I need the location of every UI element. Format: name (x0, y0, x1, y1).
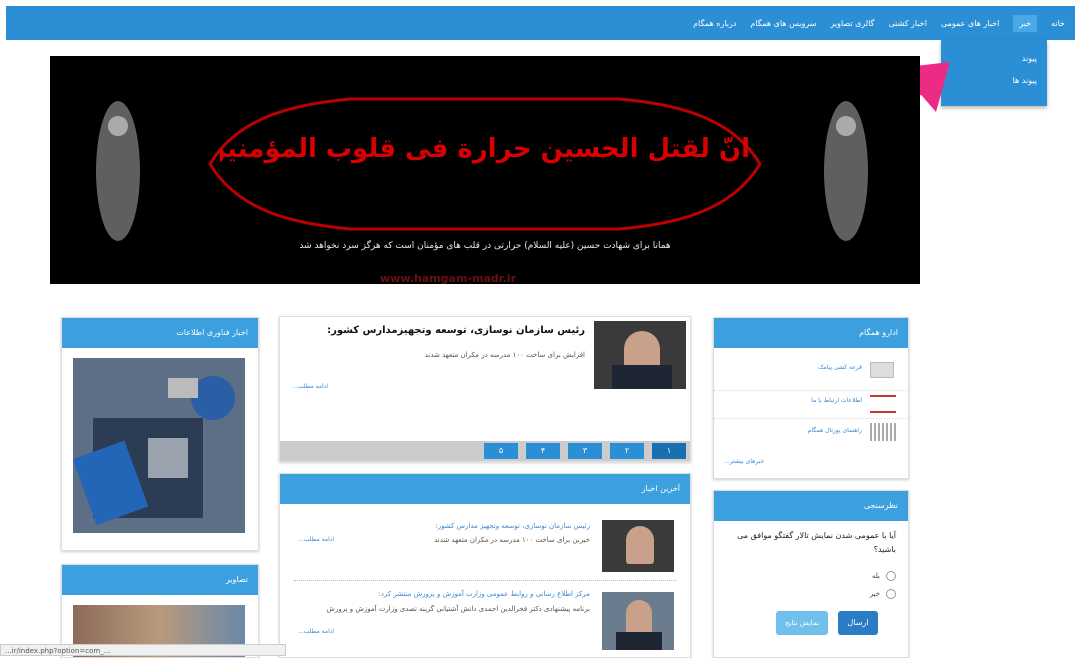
it-news-panel: اخبار فناوری اطلاعات (61, 317, 259, 551)
poll-submit-button[interactable]: ارسال (838, 611, 878, 635)
slider-thumbnail[interactable] (594, 321, 686, 389)
poll-results-button[interactable]: نمایش نتایج (776, 611, 828, 635)
slider-pager: ۵ ۴ ۳ ۲ ۱ (280, 441, 690, 461)
banner: انّ لقتل الحسین حرارة فی قلوب المؤمنین ل… (50, 56, 920, 285)
radio-yes[interactable] (886, 571, 896, 581)
slider-page-3[interactable]: ۳ (568, 443, 602, 459)
latest-item-1-more[interactable]: ادامه مطلب... (298, 536, 334, 543)
gallery-title: تصاویر (62, 565, 258, 595)
latest-item-2-text: برنامه پیشنهادی دکتر فخرالدین احمدی دانش… (326, 605, 590, 613)
banner-watermark: www.hamgam-madr.ir (380, 272, 516, 285)
hamgam-row-sms[interactable]: قرعه کشی پیامک (714, 360, 908, 382)
status-bar: ...ir/index.php?option=com_... (0, 644, 286, 656)
news-slider: رئیس سازمان نوسازی، توسعه وتجهیزمدارس کش… (279, 316, 691, 462)
latest-item-1-title[interactable]: رئیس سازمان نوسازی، توسعه وتجهیز مدارس ک… (435, 522, 590, 530)
hamgam-row-contact[interactable]: اطلاعات ارتباط با ما (714, 390, 908, 413)
hamgam-row-guide[interactable]: راهنمای پورتال همگام (714, 418, 908, 445)
main-nav: خانه خبر اخبار های عمومی اخبار کشتی گالر… (693, 6, 1065, 40)
ornament-right (824, 101, 868, 241)
latest-item-2[interactable]: مرکز اطلاع رسانی و روابط عمومی وزارت آمو… (280, 586, 690, 656)
latest-item-2-thumb[interactable] (602, 592, 674, 650)
poll-title: نظرسنجی (714, 491, 908, 521)
slider-read-more[interactable]: ادامه مطلب... (292, 383, 328, 390)
nav-gallery[interactable]: گالری تصاویر (830, 19, 874, 28)
latest-divider (294, 580, 676, 581)
slider-headline[interactable]: رئیس سازمان نوسازی، توسعه وتجهیزمدارس کش… (327, 325, 585, 336)
hamgam-sms-link[interactable]: قرعه کشی پیامک (818, 364, 862, 371)
latest-news-panel: آخرین اخبار رئیس سازمان نوسازی، توسعه وت… (279, 473, 691, 658)
it-news-title: اخبار فناوری اطلاعات (62, 318, 258, 348)
hamgam-guide-link[interactable]: راهنمای پورتال همگام (808, 427, 862, 434)
hamgam-archive-link[interactable]: خبرهای بیشتر... (724, 458, 764, 465)
hamgam-panel: ادارو همگام قرعه کشی پیامک اطلاعات ارتبا… (713, 317, 909, 479)
guide-icon (870, 423, 896, 441)
slider-page-2[interactable]: ۲ (610, 443, 644, 459)
latest-item-2-more[interactable]: ادامه مطلب... (298, 628, 334, 635)
sms-icon (870, 362, 894, 378)
latest-item-1-text: خیرین برای ساخت ۱۰۰ مدرسه در مکران متعهد… (434, 536, 590, 544)
hamgam-contact-link[interactable]: اطلاعات ارتباط با ما (811, 397, 862, 404)
latest-news-title: آخرین اخبار (280, 474, 690, 504)
poll-panel: نظرسنجی آیا با عمومی شدن نمایش تالار گفت… (713, 490, 909, 658)
slider-page-4[interactable]: ۴ (526, 443, 560, 459)
poll-option-yes[interactable]: بله (872, 571, 896, 581)
contact-icon (870, 395, 896, 413)
slider-page-1[interactable]: ۱ (652, 443, 686, 459)
hamgam-title: ادارو همگام (714, 318, 908, 348)
poll-question: آیا با عمومی شدن نمایش تالار گفتگو موافق… (737, 531, 896, 554)
ornament-left (96, 101, 140, 241)
latest-item-1-thumb[interactable] (602, 520, 674, 572)
poll-option-no-label: خیر (869, 590, 880, 598)
poll-option-no[interactable]: خیر (870, 589, 896, 599)
nav-about[interactable]: درباره همگام (693, 19, 736, 28)
latest-item-2-title[interactable]: مرکز اطلاع رسانی و روابط عمومی وزارت آمو… (378, 590, 590, 598)
poll-option-yes-label: بله (871, 572, 880, 580)
calligraphy-frame (208, 97, 762, 231)
nav-general-news[interactable]: اخبار های عمومی (941, 19, 999, 28)
nav-services[interactable]: سرویس های همگام (750, 19, 816, 28)
bios-image[interactable] (73, 358, 245, 533)
banner-subtitle: همانا برای شهادت حسین (علیه السلام) حرار… (299, 241, 671, 251)
slider-summary: افزایش برای ساخت ۱۰۰ مدرسه در مکران متعه… (424, 351, 585, 359)
nav-news[interactable]: خبر (1013, 14, 1038, 32)
latest-item-1[interactable]: رئیس سازمان نوسازی، توسعه وتجهیز مدارس ک… (280, 514, 690, 574)
slider-page-5[interactable]: ۵ (484, 443, 518, 459)
calligraphy-text: انّ لقتل الحسین حرارة فی قلوب المؤمنین ل… (220, 134, 750, 164)
top-navbar: خانه خبر اخبار های عمومی اخبار کشتی گالر… (6, 6, 1075, 40)
nav-home[interactable]: خانه (1051, 19, 1065, 28)
nav-wrestling-news[interactable]: اخبار کشتی (888, 19, 926, 28)
radio-no[interactable] (886, 589, 896, 599)
